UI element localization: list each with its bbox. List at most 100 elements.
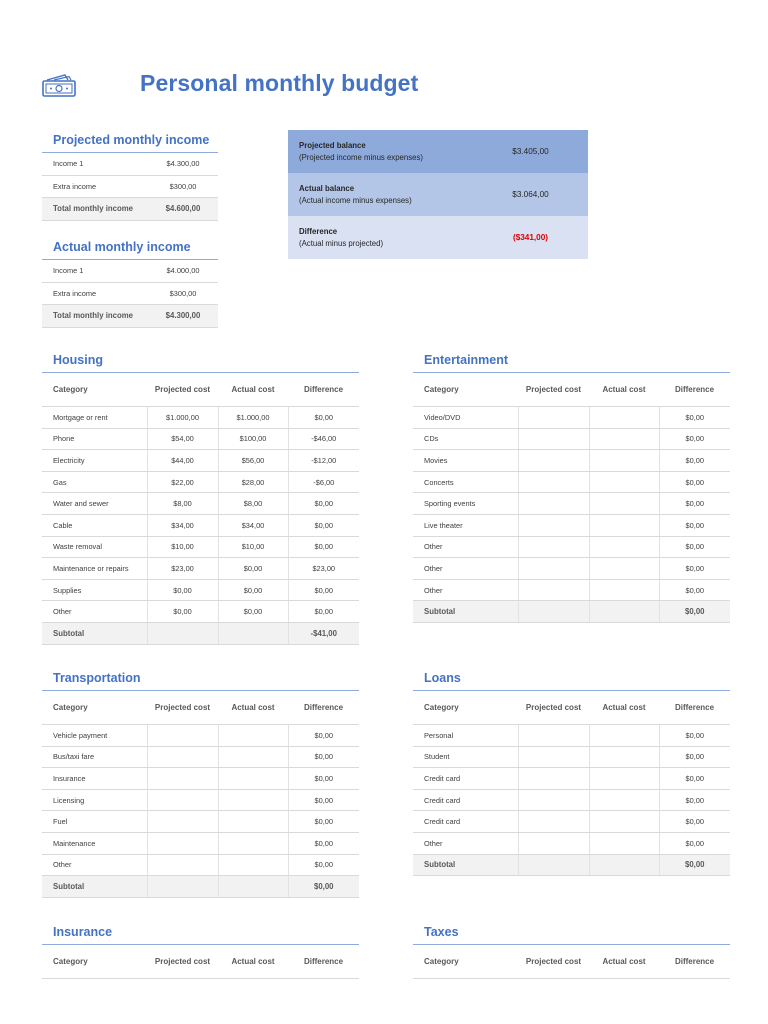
actual-cost-cell[interactable] [588, 514, 659, 537]
actual-cost-cell[interactable] [217, 789, 288, 812]
actual-cost-cell[interactable] [217, 724, 288, 747]
actual-cost-cell[interactable] [217, 854, 288, 877]
actual-cost-cell[interactable] [588, 579, 659, 602]
projected-cost-cell[interactable] [146, 746, 218, 769]
actual-cost-cell[interactable] [217, 832, 288, 855]
table-header-row: Category Projected cost Actual cost Differe… [42, 373, 359, 407]
income-value[interactable]: $4.300,00 [148, 153, 218, 176]
table-row: Other $0,00 [413, 579, 730, 602]
actual-cost-cell[interactable] [588, 449, 659, 472]
projected-cost-cell[interactable] [517, 449, 589, 472]
income-value[interactable]: $300,00 [148, 282, 218, 305]
projected-cost-cell[interactable] [517, 832, 589, 855]
projected-cost-cell[interactable]: $22,00 [146, 471, 218, 494]
projected-cost-cell[interactable]: $34,00 [146, 514, 218, 537]
actual-cost-cell[interactable] [588, 536, 659, 559]
difference-cell: $0,00 [658, 724, 730, 747]
actual-cost-header: Actual cost [218, 945, 288, 979]
projected-cost-cell[interactable] [146, 789, 218, 812]
actual-cost-cell[interactable] [588, 746, 659, 769]
projected-income-title: Projected monthly income [42, 132, 218, 153]
difference-cell: $0,00 [658, 428, 730, 451]
difference-cell: $0,00 [287, 724, 359, 747]
projected-cost-cell[interactable]: $23,00 [146, 557, 218, 580]
projected-cost-cell[interactable] [146, 832, 218, 855]
category-header: Category [42, 945, 147, 979]
category-cell: Electricity [42, 449, 147, 472]
projected-cost-cell[interactable]: $1.000,00 [146, 406, 218, 429]
projected-cost-cell[interactable] [146, 767, 218, 790]
projected-cost-cell[interactable]: $44,00 [146, 449, 218, 472]
actual-cost-cell[interactable] [588, 789, 659, 812]
category-cell: Supplies [42, 579, 147, 602]
category-cell: Mortgage or rent [42, 406, 147, 429]
subtotal-row: Subtotal -$41,00 [42, 622, 359, 645]
table-row: Video/DVD $0,00 [413, 406, 730, 429]
actual-cost-header: Actual cost [218, 691, 288, 725]
table-row: Gas $22,00 $28,00 -$6,00 [42, 471, 359, 494]
projected-cost-cell[interactable]: $10,00 [146, 536, 218, 559]
actual-cost-cell[interactable] [588, 832, 659, 855]
income-value[interactable]: $300,00 [148, 175, 218, 198]
table-header-row: Category Projected cost Actual cost Differe… [42, 691, 359, 725]
income-value[interactable]: $4.000,00 [148, 260, 218, 283]
subtotal-difference: $0,00 [287, 875, 359, 898]
projected-cost-cell[interactable] [517, 428, 589, 451]
projected-cost-cell[interactable] [517, 514, 589, 537]
category-cell: Fuel [42, 810, 147, 833]
projected-cost-cell[interactable] [517, 471, 589, 494]
actual-cost-cell[interactable]: $8,00 [217, 492, 288, 515]
category-cell: Other [413, 557, 518, 580]
projected-cost-header: Projected cost [518, 945, 589, 979]
category-cell: Student [413, 746, 518, 769]
actual-cost-cell[interactable] [588, 557, 659, 580]
projected-cost-cell[interactable]: $8,00 [146, 492, 218, 515]
projected-cost-cell[interactable] [517, 767, 589, 790]
actual-cost-cell[interactable]: $1.000,00 [217, 406, 288, 429]
actual-cost-cell[interactable] [588, 724, 659, 747]
total-row: Total monthly income $4.600,00 [42, 197, 218, 221]
loans-section: Loans Category Projected cost Actual cost Di… [413, 670, 730, 877]
projected-cost-cell[interactable]: $54,00 [146, 428, 218, 451]
projected-cost-cell[interactable] [517, 810, 589, 833]
actual-cost-cell[interactable]: $28,00 [217, 471, 288, 494]
table-row: Credit card $0,00 [413, 767, 730, 790]
projected-cost-cell[interactable] [146, 854, 218, 877]
projected-cost-cell[interactable]: $0,00 [146, 600, 218, 623]
category-cell: Licensing [42, 789, 147, 812]
actual-cost-cell[interactable]: $34,00 [217, 514, 288, 537]
projected-cost-cell[interactable] [517, 746, 589, 769]
actual-cost-cell[interactable]: $0,00 [217, 600, 288, 623]
actual-cost-cell[interactable]: $56,00 [217, 449, 288, 472]
category-cell: Movies [413, 449, 518, 472]
loans-table: Category Projected cost Actual cost Differe… [413, 691, 730, 877]
difference-header: Difference [659, 945, 730, 979]
projected-cost-cell[interactable] [146, 810, 218, 833]
insurance-title: Insurance [42, 924, 359, 945]
actual-cost-cell[interactable] [588, 767, 659, 790]
actual-cost-cell[interactable] [588, 810, 659, 833]
projected-cost-cell[interactable]: $0,00 [146, 579, 218, 602]
actual-cost-cell[interactable]: $0,00 [217, 557, 288, 580]
actual-cost-cell[interactable] [588, 406, 659, 429]
actual-cost-cell[interactable]: $10,00 [217, 536, 288, 559]
actual-cost-cell[interactable]: $0,00 [217, 579, 288, 602]
actual-cost-cell[interactable] [588, 471, 659, 494]
actual-cost-cell[interactable] [217, 810, 288, 833]
projected-cost-cell[interactable] [517, 492, 589, 515]
actual-cost-cell[interactable] [588, 428, 659, 451]
projected-cost-cell[interactable] [517, 536, 589, 559]
actual-cost-cell[interactable] [217, 767, 288, 790]
projected-cost-cell[interactable] [517, 724, 589, 747]
projected-cost-cell[interactable] [146, 724, 218, 747]
table-row: Cable $34,00 $34,00 $0,00 [42, 514, 359, 537]
projected-cost-cell[interactable] [517, 789, 589, 812]
balance-subtitle: (Actual minus projected) [299, 238, 384, 248]
projected-cost-cell[interactable] [517, 579, 589, 602]
transportation-section: Transportation Category Projected cost Actu… [42, 670, 359, 898]
actual-cost-cell[interactable]: $100,00 [217, 428, 288, 451]
actual-cost-cell[interactable] [588, 492, 659, 515]
projected-cost-cell[interactable] [517, 406, 589, 429]
actual-cost-cell[interactable] [217, 746, 288, 769]
projected-cost-cell[interactable] [517, 557, 589, 580]
